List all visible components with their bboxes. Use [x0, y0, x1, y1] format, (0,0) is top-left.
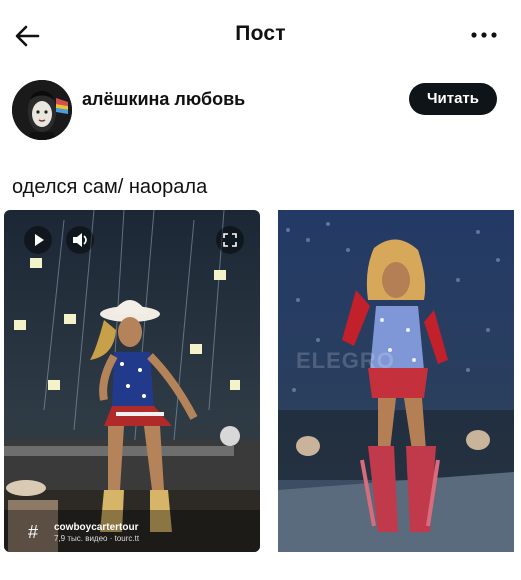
photo-image — [278, 210, 514, 552]
video-hashtag-meta: 7,9 тыс. видео · tourc.tt — [54, 534, 140, 543]
media-video[interactable]: # cowboycartertour 7,9 тыс. видео · tour… — [4, 210, 260, 552]
follow-button[interactable]: Читать — [408, 83, 497, 115]
video-hashtag[interactable]: cowboycartertour — [54, 522, 138, 533]
author-name[interactable]: алёшкина любовь — [82, 89, 245, 110]
top-bar: Пост — [0, 0, 521, 70]
volume-icon[interactable] — [66, 226, 94, 254]
author-row: алёшкина любовь Читать — [12, 80, 509, 142]
video-thumbnail — [4, 210, 260, 552]
fullscreen-icon[interactable] — [216, 226, 244, 254]
hashtag-icon: # — [28, 522, 39, 542]
photo-watermark: ELEGRO — [296, 348, 395, 373]
more-options-icon[interactable] — [469, 24, 499, 46]
media-photo[interactable]: ELEGRO — [278, 210, 514, 552]
play-button[interactable] — [24, 226, 52, 254]
post-text: оделся сам/ наорала — [12, 176, 208, 198]
avatar[interactable] — [12, 80, 72, 140]
page-title: Пост — [235, 22, 286, 45]
